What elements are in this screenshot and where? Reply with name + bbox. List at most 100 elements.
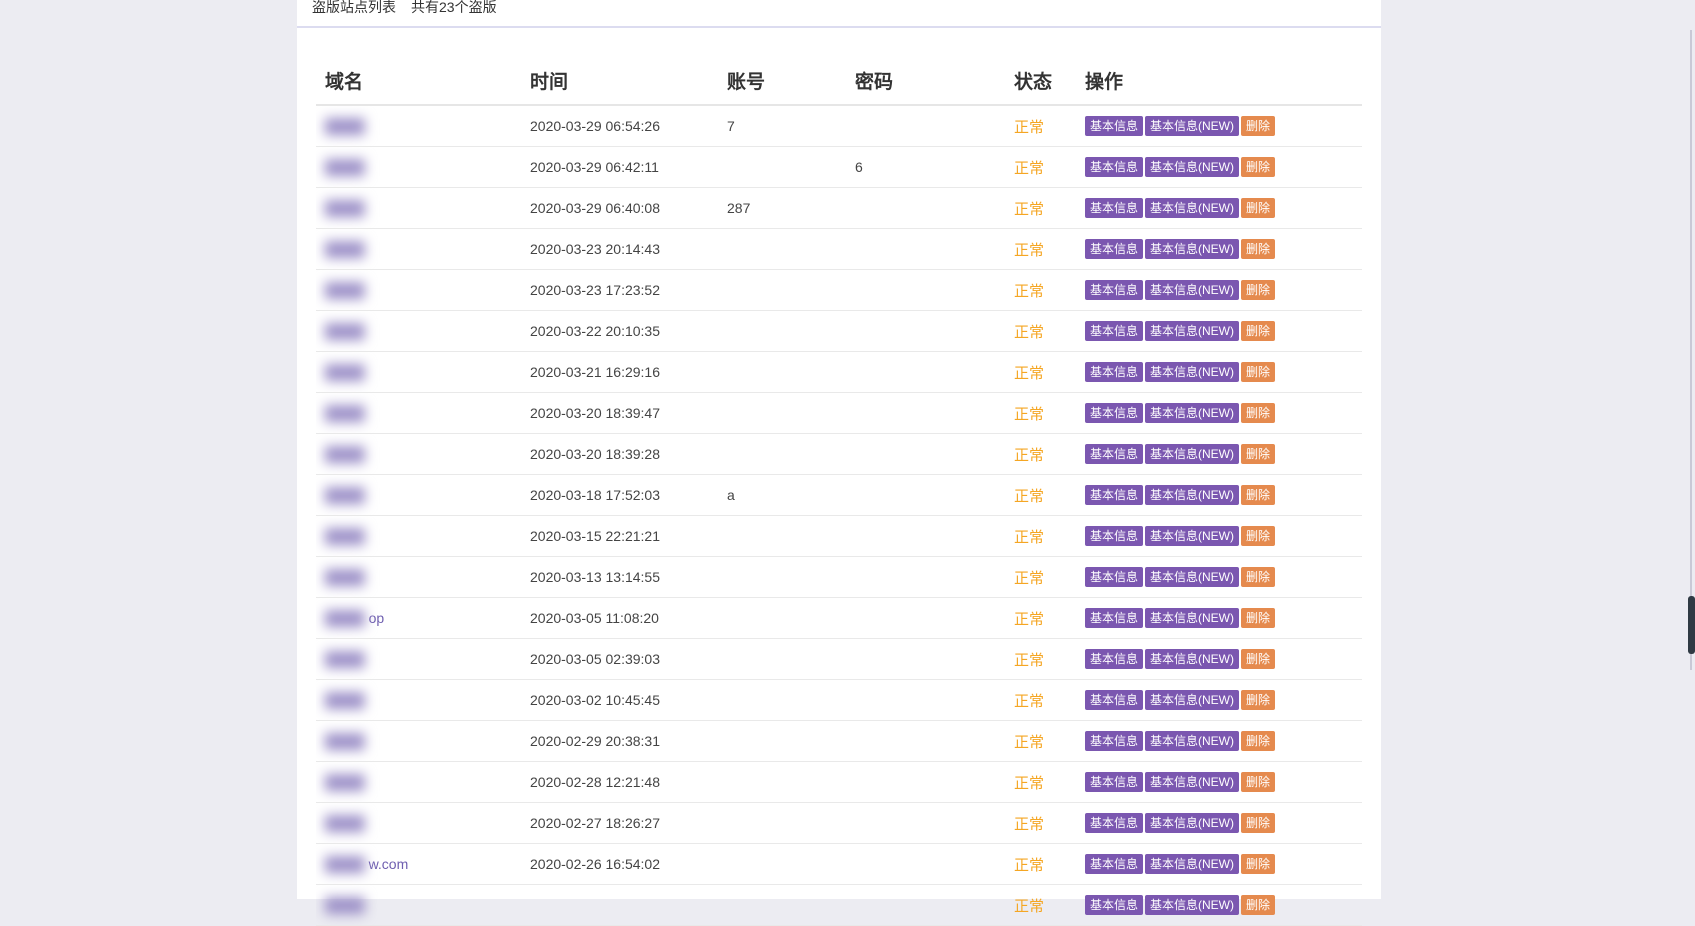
info-new-button[interactable]: 基本信息(NEW) [1145,854,1240,874]
domain-redaction: ████ [325,610,365,626]
cell-domain: ████ [316,146,521,188]
table-row: ████ 2020-03-29 06:54:26 7 正常 基本信息 基本信息(NEW)… [316,105,1362,147]
delete-button[interactable]: 删除 [1241,444,1276,464]
scrollbar-thumb[interactable] [1688,596,1695,654]
info-button[interactable]: 基本信息 [1085,157,1144,177]
cell-actions: 基本信息 基本信息(NEW) 删除 [1076,802,1362,844]
delete-button[interactable]: 删除 [1241,321,1276,341]
info-button[interactable]: 基本信息 [1085,813,1144,833]
scrollbar[interactable] [1687,0,1695,899]
info-new-button[interactable]: 基本信息(NEW) [1145,690,1240,710]
delete-button[interactable]: 删除 [1241,157,1276,177]
info-new-button[interactable]: 基本信息(NEW) [1145,608,1240,628]
column-header-time: 时间 [521,56,718,106]
cell-actions: 基本信息 基本信息(NEW) 删除 [1076,433,1362,475]
column-header-actions: 操作 [1076,56,1362,106]
cell-password [846,884,1005,926]
domain-redaction: ████ [325,118,365,134]
info-button[interactable]: 基本信息 [1085,239,1144,259]
cell-password [846,761,1005,803]
delete-button[interactable]: 删除 [1241,731,1276,751]
column-header-password: 密码 [846,56,1005,106]
info-button[interactable]: 基本信息 [1085,854,1144,874]
info-button[interactable]: 基本信息 [1085,485,1144,505]
info-button[interactable]: 基本信息 [1085,198,1144,218]
delete-button[interactable]: 删除 [1241,116,1276,136]
delete-button[interactable]: 删除 [1241,690,1276,710]
info-new-button[interactable]: 基本信息(NEW) [1145,362,1240,382]
delete-button[interactable]: 删除 [1241,198,1276,218]
info-new-button[interactable]: 基本信息(NEW) [1145,813,1240,833]
cell-password [846,720,1005,762]
info-button[interactable]: 基本信息 [1085,444,1144,464]
cell-actions: 基本信息 基本信息(NEW) 删除 [1076,187,1362,229]
cell-account [718,228,846,270]
cell-actions: 基本信息 基本信息(NEW) 删除 [1076,105,1362,147]
info-new-button[interactable]: 基本信息(NEW) [1145,321,1240,341]
info-new-button[interactable]: 基本信息(NEW) [1145,485,1240,505]
info-button[interactable]: 基本信息 [1085,649,1144,669]
info-new-button[interactable]: 基本信息(NEW) [1145,280,1240,300]
delete-button[interactable]: 删除 [1241,608,1276,628]
info-button[interactable]: 基本信息 [1085,567,1144,587]
info-button[interactable]: 基本信息 [1085,772,1144,792]
info-button[interactable]: 基本信息 [1085,403,1144,423]
info-button[interactable]: 基本信息 [1085,608,1144,628]
info-button[interactable]: 基本信息 [1085,690,1144,710]
domain-link[interactable]: w.com [369,856,409,872]
cell-time: 2020-02-28 12:21:48 [521,761,718,803]
cell-time [521,884,718,926]
delete-button[interactable]: 删除 [1241,854,1276,874]
panel-header: 盗版站点列表 共有23个盗版 [297,0,1381,28]
cell-status: 正常 [1005,556,1076,598]
scrollbar-track-line [1690,30,1692,670]
delete-button[interactable]: 删除 [1241,526,1276,546]
info-button[interactable]: 基本信息 [1085,526,1144,546]
cell-actions: 基本信息 基本信息(NEW) 删除 [1076,843,1362,885]
cell-domain: ████ [316,228,521,270]
info-button[interactable]: 基本信息 [1085,321,1144,341]
cell-status: 正常 [1005,392,1076,434]
delete-button[interactable]: 删除 [1241,280,1276,300]
delete-button[interactable]: 删除 [1241,649,1276,669]
cell-time: 2020-03-18 17:52:03 [521,474,718,516]
cell-account [718,720,846,762]
info-new-button[interactable]: 基本信息(NEW) [1145,567,1240,587]
table-row: ████ w.com 2020-02-26 16:54:02 正常 基本信息 基本信息(… [316,843,1362,885]
info-button[interactable]: 基本信息 [1085,731,1144,751]
info-button[interactable]: 基本信息 [1085,116,1144,136]
cell-domain: ████ [316,433,521,475]
info-new-button[interactable]: 基本信息(NEW) [1145,239,1240,259]
delete-button[interactable]: 删除 [1241,485,1276,505]
delete-button[interactable]: 删除 [1241,239,1276,259]
delete-button[interactable]: 删除 [1241,567,1276,587]
cell-status: 正常 [1005,679,1076,721]
info-new-button[interactable]: 基本信息(NEW) [1145,895,1240,915]
delete-button[interactable]: 删除 [1241,772,1276,792]
info-new-button[interactable]: 基本信息(NEW) [1145,116,1240,136]
cell-account [718,843,846,885]
info-button[interactable]: 基本信息 [1085,280,1144,300]
info-new-button[interactable]: 基本信息(NEW) [1145,403,1240,423]
page-title: 盗版站点列表 [312,0,396,15]
delete-button[interactable]: 删除 [1241,362,1276,382]
info-new-button[interactable]: 基本信息(NEW) [1145,198,1240,218]
info-new-button[interactable]: 基本信息(NEW) [1145,772,1240,792]
info-new-button[interactable]: 基本信息(NEW) [1145,157,1240,177]
info-button[interactable]: 基本信息 [1085,362,1144,382]
cell-time: 2020-03-21 16:29:16 [521,351,718,393]
info-new-button[interactable]: 基本信息(NEW) [1145,526,1240,546]
cell-account [718,638,846,680]
delete-button[interactable]: 删除 [1241,403,1276,423]
cell-password [846,228,1005,270]
domain-link[interactable]: op [369,610,385,626]
info-button[interactable]: 基本信息 [1085,895,1144,915]
table-header-row: 域名 时间 账号 密码 状态 操作 [316,56,1362,106]
cell-account [718,884,846,926]
delete-button[interactable]: 删除 [1241,895,1276,915]
info-new-button[interactable]: 基本信息(NEW) [1145,444,1240,464]
info-new-button[interactable]: 基本信息(NEW) [1145,731,1240,751]
info-new-button[interactable]: 基本信息(NEW) [1145,649,1240,669]
delete-button[interactable]: 删除 [1241,813,1276,833]
piracy-sites-table: 域名 时间 账号 密码 状态 操作 ████ 2020-03-29 06:54:… [316,56,1362,926]
